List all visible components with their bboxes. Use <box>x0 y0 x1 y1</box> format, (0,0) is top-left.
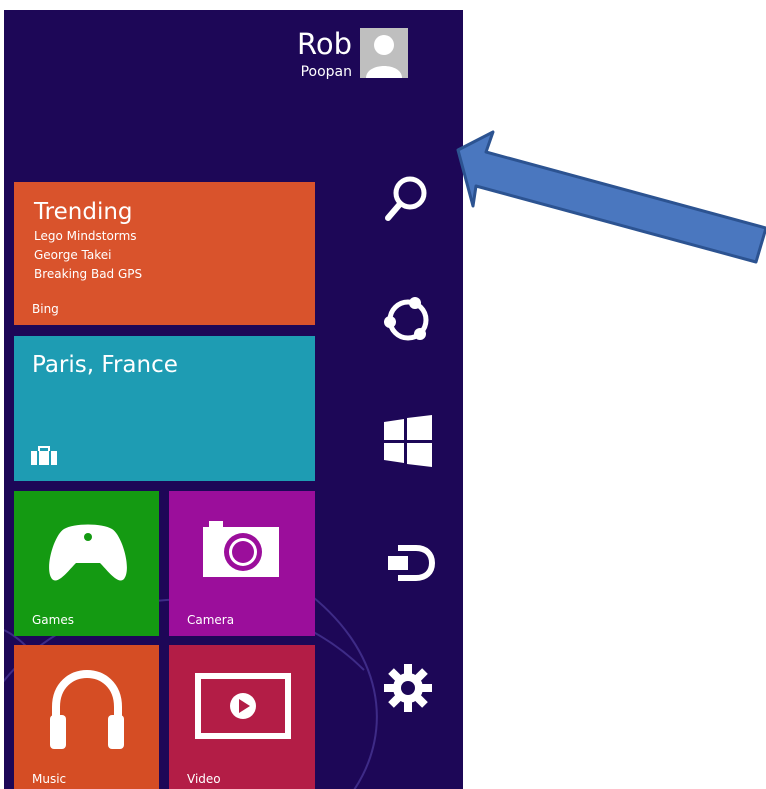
annotation-arrow <box>456 130 766 264</box>
